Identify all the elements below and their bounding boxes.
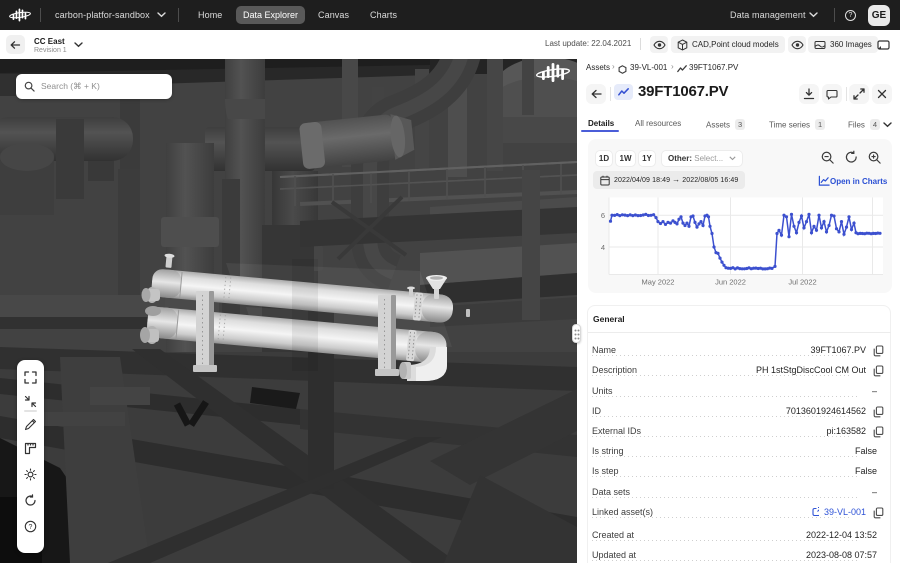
svg-text:6: 6	[601, 211, 605, 220]
svg-text:?: ?	[29, 524, 33, 531]
svg-text:Jul 2022: Jul 2022	[788, 278, 816, 287]
svg-text:4: 4	[601, 243, 605, 252]
svg-text:May 2022: May 2022	[642, 278, 675, 287]
svg-text:Jun 2022: Jun 2022	[715, 278, 746, 287]
